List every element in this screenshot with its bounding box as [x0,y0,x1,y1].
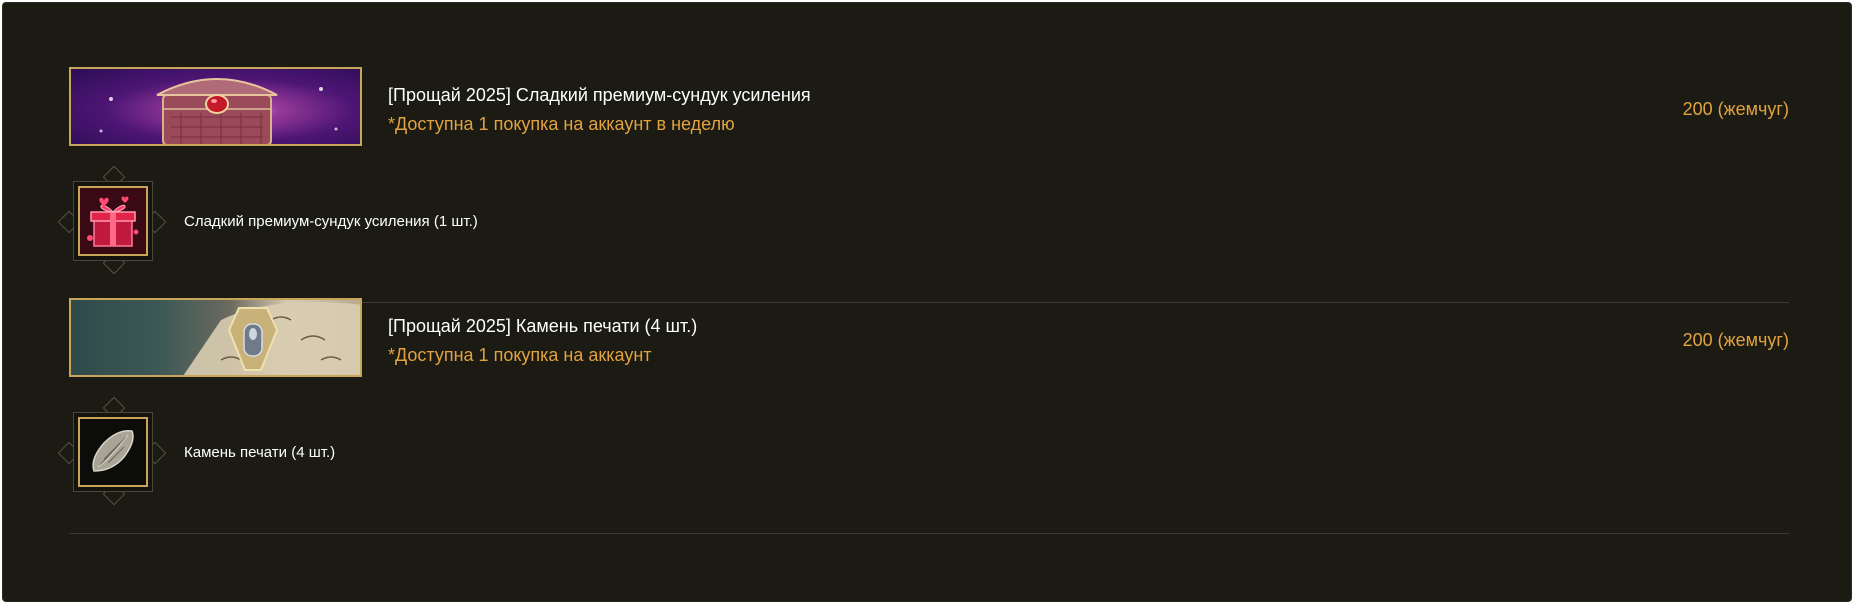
product-price[interactable]: 200 (жемчуг) [1683,330,1789,351]
product-price[interactable]: 200 (жемчуг) [1683,99,1789,120]
slot-inner-frame [78,417,148,487]
product-banner[interactable] [69,298,362,377]
purchase-limit: *Доступна 1 покупка на аккаунт [388,345,652,365]
product-title: [Прощай 2025] Сладкий премиум-сундук уси… [388,85,811,105]
purchase-limit: *Доступна 1 покупка на аккаунт в неделю [388,114,735,134]
reward-name: Сладкий премиум-сундук усиления (1 шт.) [184,213,478,230]
seal-stone-icon [183,302,360,375]
reward-slot[interactable] [57,396,167,506]
product-title: [Прощай 2025] Камень печати (4 шт.) [388,316,698,336]
reward-name: Камень печати (4 шт.) [184,444,336,461]
divider [69,533,1789,534]
premium-chest-icon [99,78,338,144]
slot-inner-frame [78,186,148,256]
seal-stone-icon [80,419,146,485]
shop-panel: [Прощай 2025] Сладкий премиум-сундук уси… [2,2,1852,602]
gift-box-icon [80,188,146,254]
reward-slot[interactable] [57,165,167,275]
product-banner[interactable] [69,67,362,146]
